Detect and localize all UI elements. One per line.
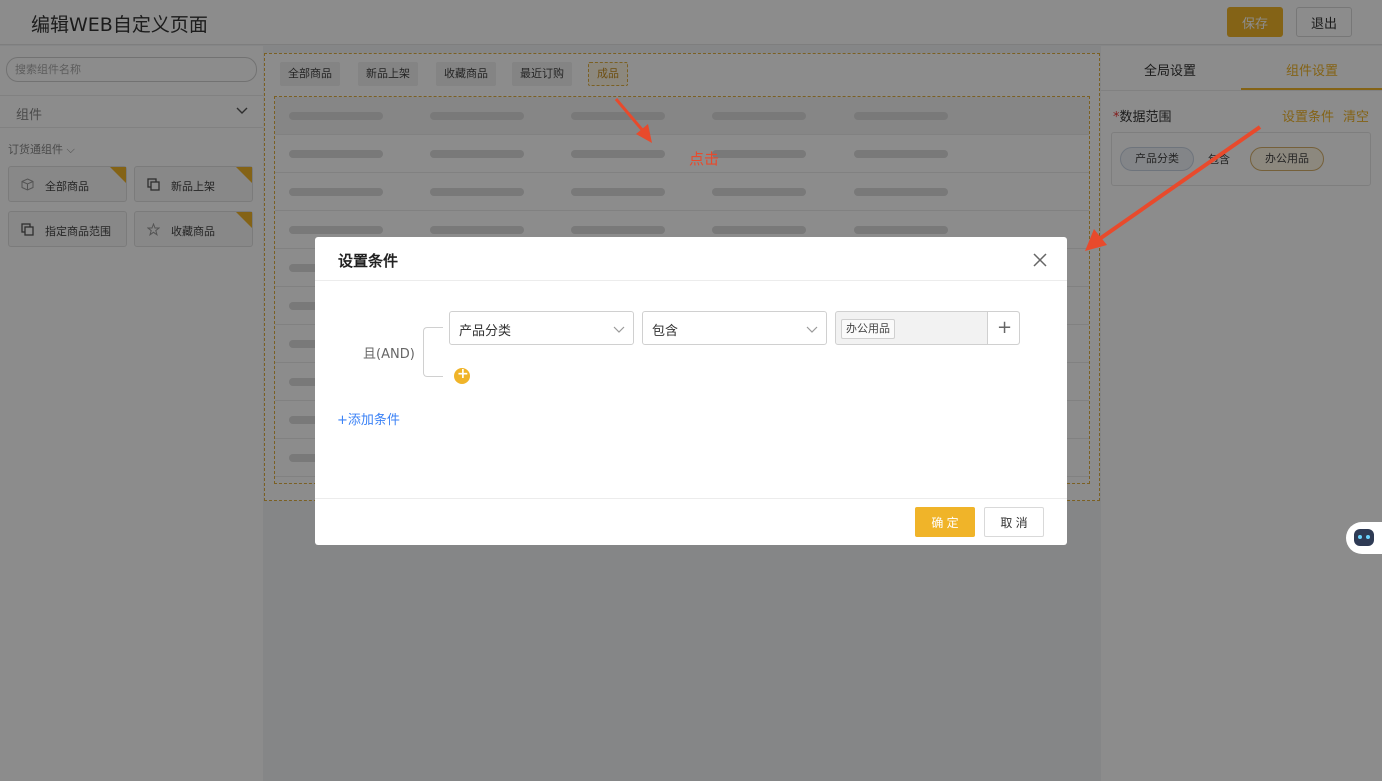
field-select-value: 产品分类: [459, 324, 512, 339]
dialog-title: 设置条件: [338, 252, 399, 270]
set-condition-dialog: 设置条件 且(AND) 产品分类 包含 办公用品 + + +添加条件 确 定 取…: [315, 237, 1067, 545]
robot-icon: [1354, 529, 1374, 546]
condition-group-bracket: [423, 327, 443, 377]
field-select[interactable]: 产品分类: [449, 311, 634, 345]
click-annotation: 点击: [689, 150, 720, 168]
plus-icon: +: [997, 317, 1013, 338]
operator-select[interactable]: 包含: [642, 311, 827, 345]
selected-value-tag: 办公用品: [841, 319, 895, 339]
add-condition-link[interactable]: +添加条件: [337, 409, 400, 428]
add-sub-condition-button[interactable]: +: [454, 366, 470, 384]
plus-circle-icon: +: [457, 366, 469, 382]
assistant-robot-button[interactable]: [1346, 522, 1382, 554]
operator-select-value: 包含: [652, 324, 679, 339]
add-value-button[interactable]: +: [987, 312, 1019, 344]
close-icon[interactable]: [1031, 251, 1049, 269]
chevron-down-icon: [613, 326, 625, 333]
value-selector[interactable]: 办公用品 +: [835, 311, 1020, 345]
confirm-button[interactable]: 确 定: [915, 507, 975, 537]
and-operator-label[interactable]: 且(AND): [363, 343, 415, 362]
dialog-header: 设置条件: [315, 237, 1067, 281]
chevron-down-icon: [806, 326, 818, 333]
dialog-footer-divider: [315, 498, 1067, 499]
cancel-button[interactable]: 取 消: [984, 507, 1044, 537]
